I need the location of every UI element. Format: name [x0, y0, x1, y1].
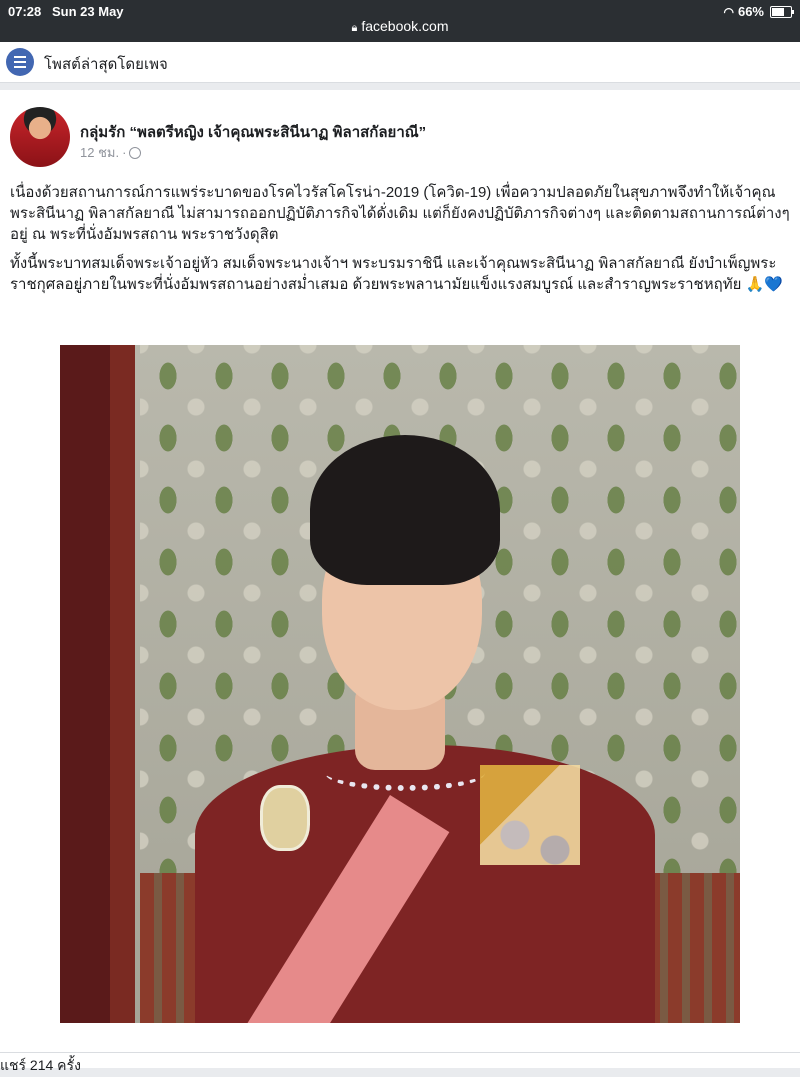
heart-emoji: 💙: [764, 276, 783, 293]
globe-icon: [129, 146, 142, 159]
meta-separator: ·: [122, 145, 127, 160]
avatar[interactable]: [10, 107, 70, 167]
post-footer: แชร์ 214 ครั้ง: [0, 1052, 800, 1073]
page-posts-header[interactable]: โพสต์ล่าสุดโดยเพจ: [0, 42, 800, 83]
page-posts-title: โพสต์ล่าสุดโดยเพจ: [44, 56, 168, 73]
post-paragraph-2: ทั้งนี้พระบาทสมเด็จพระเจ้าอยู่หัว สมเด็จ…: [10, 253, 790, 295]
post-paragraph-1: เนื่องด้วยสถานการณ์การแพร่ระบาดของโรคไวร…: [10, 184, 790, 243]
news-feed-icon: [6, 48, 34, 76]
post-photo[interactable]: [60, 345, 740, 1023]
post-body: เนื่องด้วยสถานการณ์การแพร่ระบาดของโรคไวร…: [10, 182, 790, 303]
battery-fill: [772, 7, 784, 16]
url-text: facebook.com: [361, 18, 449, 34]
post-time[interactable]: 12 ชม.: [80, 142, 119, 163]
post-meta: 12 ชม. ·: [80, 142, 142, 163]
status-date: Sun 23 May: [52, 4, 124, 19]
status-right: ◠ 66%: [723, 4, 794, 19]
post-paragraph-2-text: ทั้งนี้พระบาทสมเด็จพระเจ้าอยู่หัว สมเด็จ…: [10, 255, 777, 293]
battery-percent: 66%: [737, 4, 764, 19]
status-time: 07:28: [8, 4, 42, 19]
address-bar[interactable]: 🔒︎ facebook.com: [0, 18, 800, 35]
pray-emoji: 🙏: [745, 276, 765, 293]
post-card: กลุ่มรัก “พลตรีหญิง เจ้าคุณพระสินีนาฏ พิ…: [0, 90, 800, 1052]
lock-icon: 🔒︎: [351, 22, 358, 34]
share-count[interactable]: แชร์ 214 ครั้ง: [0, 1055, 81, 1077]
post-author[interactable]: กลุ่มรัก “พลตรีหญิง เจ้าคุณพระสินีนาฏ พิ…: [80, 120, 426, 144]
battery-icon: [770, 5, 794, 18]
status-bar: 07:28 Sun 23 May 🔒︎ facebook.com ◠ 66%: [0, 0, 800, 42]
wifi-icon: ◠: [723, 4, 734, 19]
